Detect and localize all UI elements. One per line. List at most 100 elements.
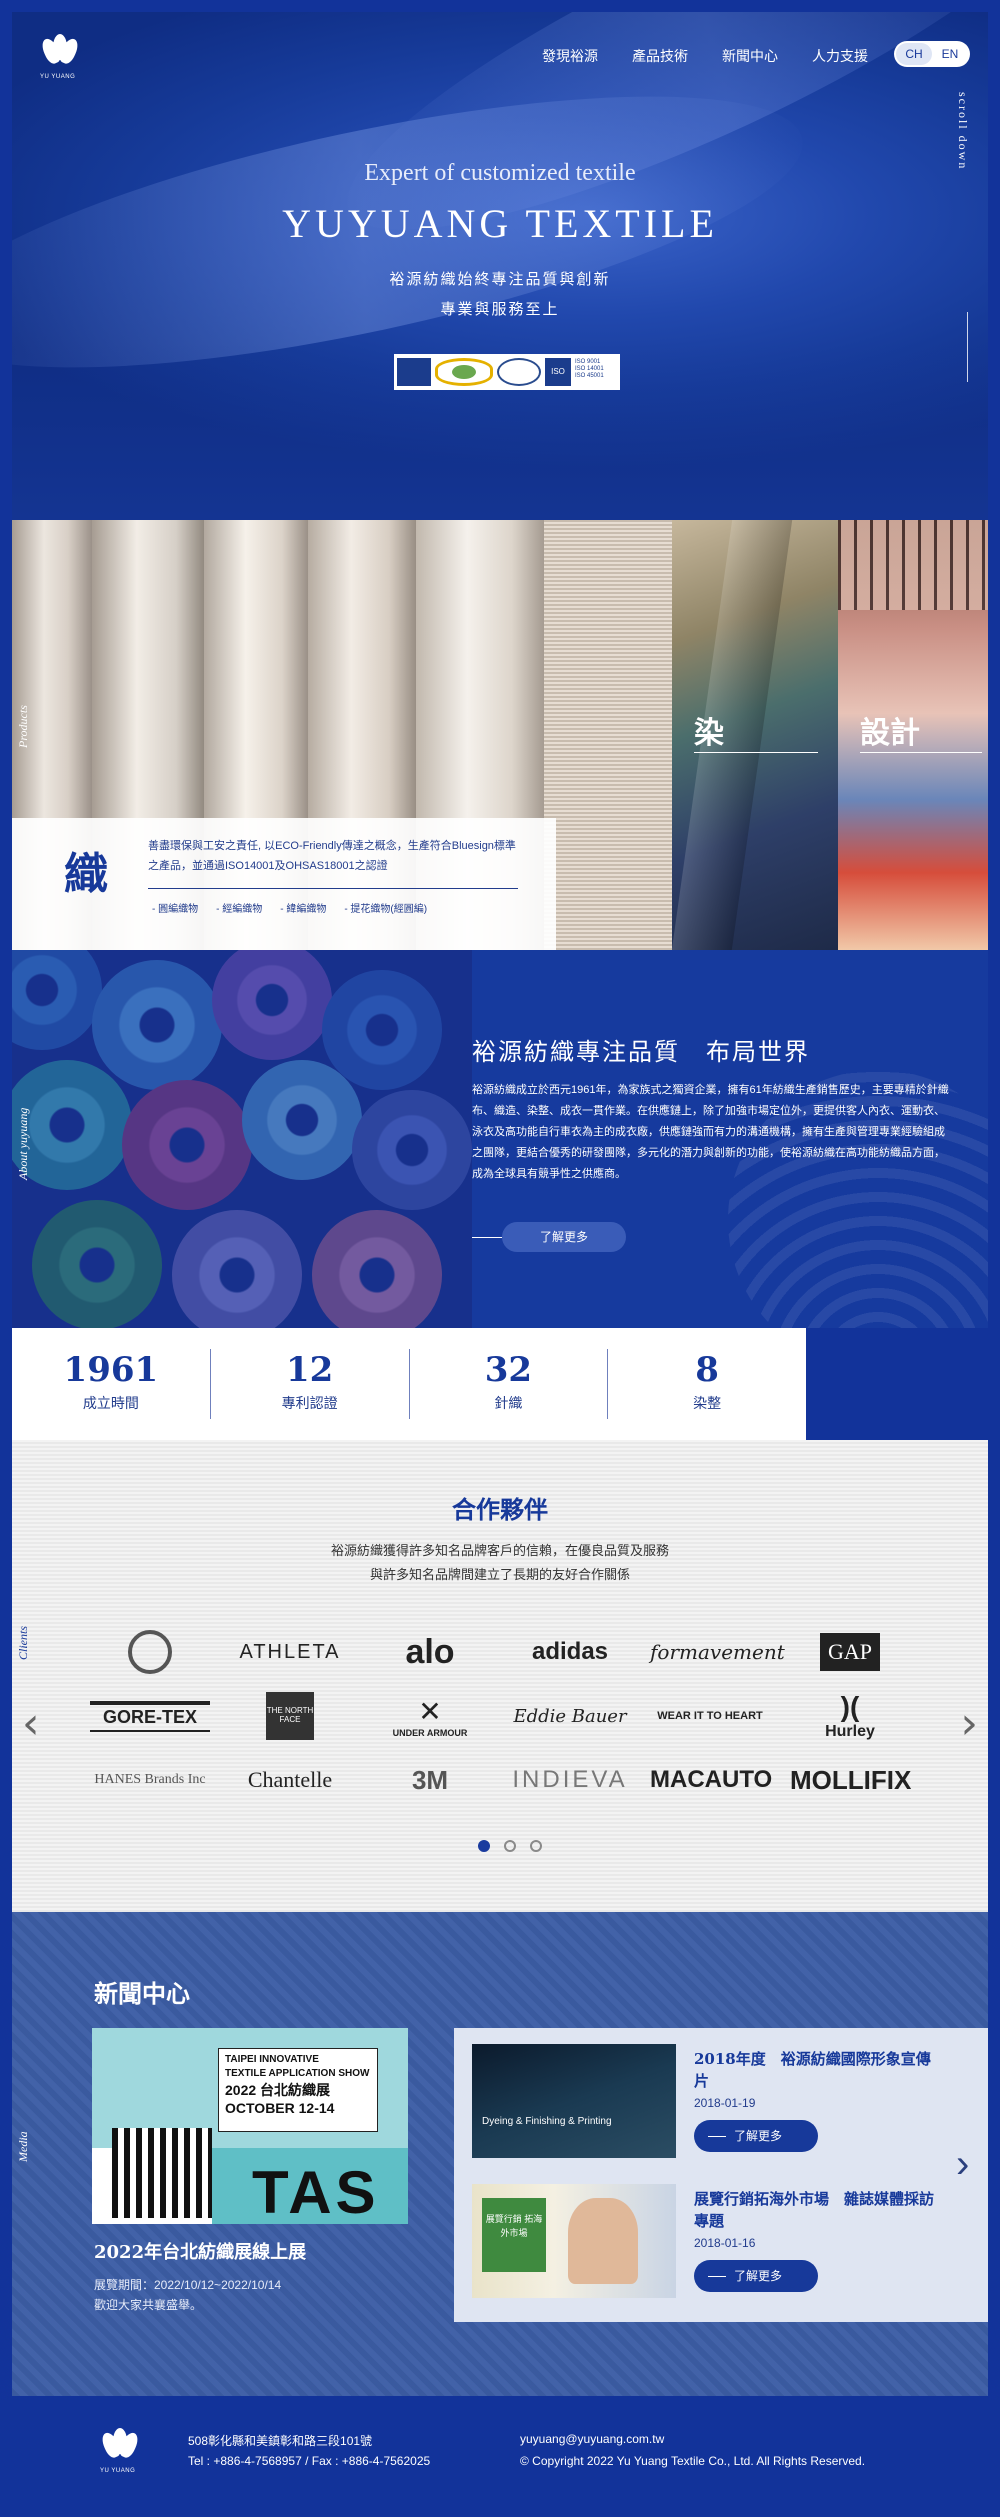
client-logo[interactable]: MACAUTO	[650, 1766, 772, 1794]
client-logos: ATHLETA alo adidas formavement GAP GORE-…	[90, 1620, 911, 1812]
client-logo[interactable]: )(Hurley	[790, 1691, 910, 1741]
client-logo[interactable]: GORE-TEX	[90, 1700, 210, 1732]
client-logo[interactable]: Chantelle	[230, 1767, 350, 1793]
client-logo[interactable]: Eddie Bauer	[510, 1706, 630, 1727]
design-tile-label[interactable]: 設計	[860, 708, 920, 752]
dyeing-tile-line	[694, 752, 818, 753]
nav-item-discover[interactable]: 發現裕源	[542, 46, 598, 66]
link-weft-knit[interactable]: - 緯編織物	[280, 900, 326, 915]
news-item: Dyeing & Finishing & Printing 2018年度 裕源紡…	[472, 2044, 972, 2164]
hero-banner: YU YUANG 發現裕源 產品技術 新聞中心 人力支援 CH EN Exper…	[12, 12, 988, 520]
footer: YU YUANG 508彰化縣和美鎮彰和路三段101號 Tel : +886-4…	[0, 2396, 1000, 2517]
oeko-tex-logo	[435, 358, 493, 386]
client-logo[interactable]: alo	[370, 1633, 490, 1672]
client-logo[interactable]: adidas	[510, 1638, 630, 1666]
page: YU YUANG 發現裕源 產品技術 新聞中心 人力支援 CH EN Exper…	[0, 0, 1000, 2517]
news-more-button[interactable]: 了解更多	[694, 2260, 818, 2292]
news-thumbnail[interactable]: 展覽行銷 拓海外市場	[472, 2184, 676, 2298]
link-warp-knit[interactable]: - 經編織物	[216, 900, 262, 915]
about-more-link[interactable]: 了解更多	[472, 1222, 626, 1252]
news-more-button[interactable]: 了解更多	[694, 2120, 818, 2152]
products-side-label: Products	[16, 705, 30, 748]
scroll-down-label[interactable]: scroll down	[955, 92, 970, 212]
carousel-dot[interactable]	[478, 1840, 490, 1852]
logo-caption: YU YUANG	[40, 74, 76, 80]
stat-patents: 12 專利認證	[211, 1349, 410, 1419]
clients-section: Clients 合作夥伴 裕源紡織獲得許多知名品牌客戶的信賴，在優良品質及服務 …	[12, 1440, 988, 1912]
lang-en-button[interactable]: EN	[932, 43, 968, 65]
footer-email[interactable]: yuyuang@yuyuang.com.tw	[520, 2432, 664, 2446]
hero-title: YUYUANG TEXTILE	[282, 201, 718, 246]
stat-founded: 1961 成立時間	[12, 1349, 211, 1419]
weaving-panel: 織 善盡環保與工安之責任, 以ECO-Friendly傳達之概念，生產符合Blu…	[12, 818, 556, 950]
featured-news-title[interactable]: 2022年台北紡織展線上展	[94, 2238, 306, 2264]
carousel-prev-icon[interactable]: ‹	[22, 1698, 40, 1749]
stat-value: 1961	[63, 1350, 159, 1390]
dyeing-tile-label[interactable]: 染	[694, 708, 724, 752]
about-section: About yuyuang 裕源紡織專注品質 布局世界 裕源紡織成立於西元196…	[12, 950, 988, 1328]
link-jacquard[interactable]: - 提花織物(經圓編)	[344, 900, 427, 915]
news-list: Dyeing & Finishing & Printing 2018年度 裕源紡…	[454, 2028, 988, 2322]
carousel-next-icon[interactable]: ›	[960, 1698, 978, 1749]
clients-side-label: Clients	[16, 1625, 30, 1660]
news-item-date: 2018-01-19	[694, 2096, 756, 2110]
bluesign-logo	[397, 358, 431, 386]
nav-item-news[interactable]: 新聞中心	[722, 46, 778, 66]
carousel-dot[interactable]	[504, 1840, 516, 1852]
news-heading: 新聞中心	[94, 1979, 190, 2008]
news-next-icon[interactable]: ›	[956, 2142, 969, 2187]
nav-item-careers[interactable]: 人力支援	[812, 46, 868, 66]
footer-logo[interactable]: YU YUANG	[96, 2428, 144, 2480]
stat-label: 染整	[693, 1395, 722, 1411]
client-logo[interactable]: 3M	[370, 1765, 490, 1796]
featured-news-image[interactable]: TAIPEI INNOVATIVE TEXTILE APPLICATION SH…	[92, 2028, 408, 2224]
clients-heading: 合作夥伴	[452, 1495, 548, 1524]
lang-ch-button[interactable]: CH	[896, 43, 932, 65]
client-logo[interactable]: MOLLIFIX	[790, 1765, 911, 1796]
clients-desc-2: 與許多知名品牌間建立了長期的友好合作關係	[369, 1567, 630, 1582]
poster-text: TAIPEI INNOVATIVE TEXTILE APPLICATION SH…	[218, 2048, 378, 2132]
language-switch: CH EN	[894, 41, 970, 67]
divider	[148, 888, 518, 889]
iso-standards-list: ISO 9001 ISO 14001 ISO 45001	[575, 359, 604, 379]
client-logo[interactable]: ✕ UNDER ARMOUR	[370, 1695, 490, 1738]
stat-label: 專利認證	[281, 1395, 338, 1411]
news-item-title[interactable]: 2018年度 裕源紡織國際形象宣傳片	[694, 2048, 944, 2092]
carousel-dot[interactable]	[530, 1840, 542, 1852]
client-logo[interactable]: WEAR IT TO HEART	[650, 1710, 770, 1722]
stat-dyeing: 8 染整	[608, 1349, 806, 1419]
hero-tagline-2: 專業與服務至上	[440, 300, 560, 318]
certification-logos: ISO ISO 9001 ISO 14001 ISO 45001	[394, 354, 620, 390]
design-tile-line	[860, 752, 982, 753]
stat-value: 8	[695, 1350, 719, 1390]
link-circular-knit[interactable]: - 圓編織物	[152, 900, 198, 915]
scroll-line	[967, 312, 968, 382]
about-body: 裕源紡織成立於西元1961年，為家族式之獨資企業，擁有61年紡織生產銷售歷史，主…	[472, 1084, 949, 1180]
stat-value: 12	[285, 1350, 334, 1390]
main-nav: 發現裕源 產品技術 新聞中心 人力支援	[542, 46, 868, 66]
featured-news-dates: 展覽期間：2022/10/12~2022/10/14	[94, 2278, 282, 2292]
news-item: 展覽行銷 拓海外市場 展覽行銷拓海外市場 雜誌媒體採訪專題 2018-01-16…	[472, 2184, 972, 2304]
client-logo[interactable]	[90, 1630, 210, 1674]
client-logo[interactable]: GAP	[790, 1633, 910, 1671]
footer-address: 508彰化縣和美鎮彰和路三段101號	[188, 2434, 373, 2448]
stat-value: 32	[484, 1350, 533, 1390]
client-logo[interactable]: HANES Brands Inc	[90, 1772, 210, 1788]
client-logo[interactable]: THE NORTH FACE	[230, 1692, 350, 1740]
weaving-heading: 織	[64, 849, 108, 900]
weaving-links: - 圓編織物 - 經編織物 - 緯編織物 - 提花織物(經圓編)	[152, 900, 427, 915]
global-recycled-standard-logo	[497, 358, 541, 386]
client-logo[interactable]: formavement	[650, 1640, 785, 1664]
stat-label: 針織	[494, 1395, 523, 1411]
nav-item-products[interactable]: 產品技術	[632, 46, 688, 66]
client-logo[interactable]: ATHLETA	[230, 1641, 350, 1664]
brand-logo[interactable]: YU YUANG	[36, 34, 84, 86]
news-side-label: Media	[16, 2131, 30, 2162]
client-logo[interactable]: INDIEVA	[510, 1766, 630, 1794]
about-more-button[interactable]: 了解更多	[502, 1222, 626, 1252]
news-item-title[interactable]: 展覽行銷拓海外市場 雜誌媒體採訪專題	[694, 2188, 944, 2232]
news-thumbnail[interactable]: Dyeing & Finishing & Printing	[472, 2044, 676, 2158]
thread-spools-image	[12, 950, 472, 1328]
stats-bar: 1961 成立時間 12 專利認證 32 針織 8 染整	[12, 1328, 806, 1440]
hero-subtitle: Expert of customized textile	[364, 160, 636, 186]
